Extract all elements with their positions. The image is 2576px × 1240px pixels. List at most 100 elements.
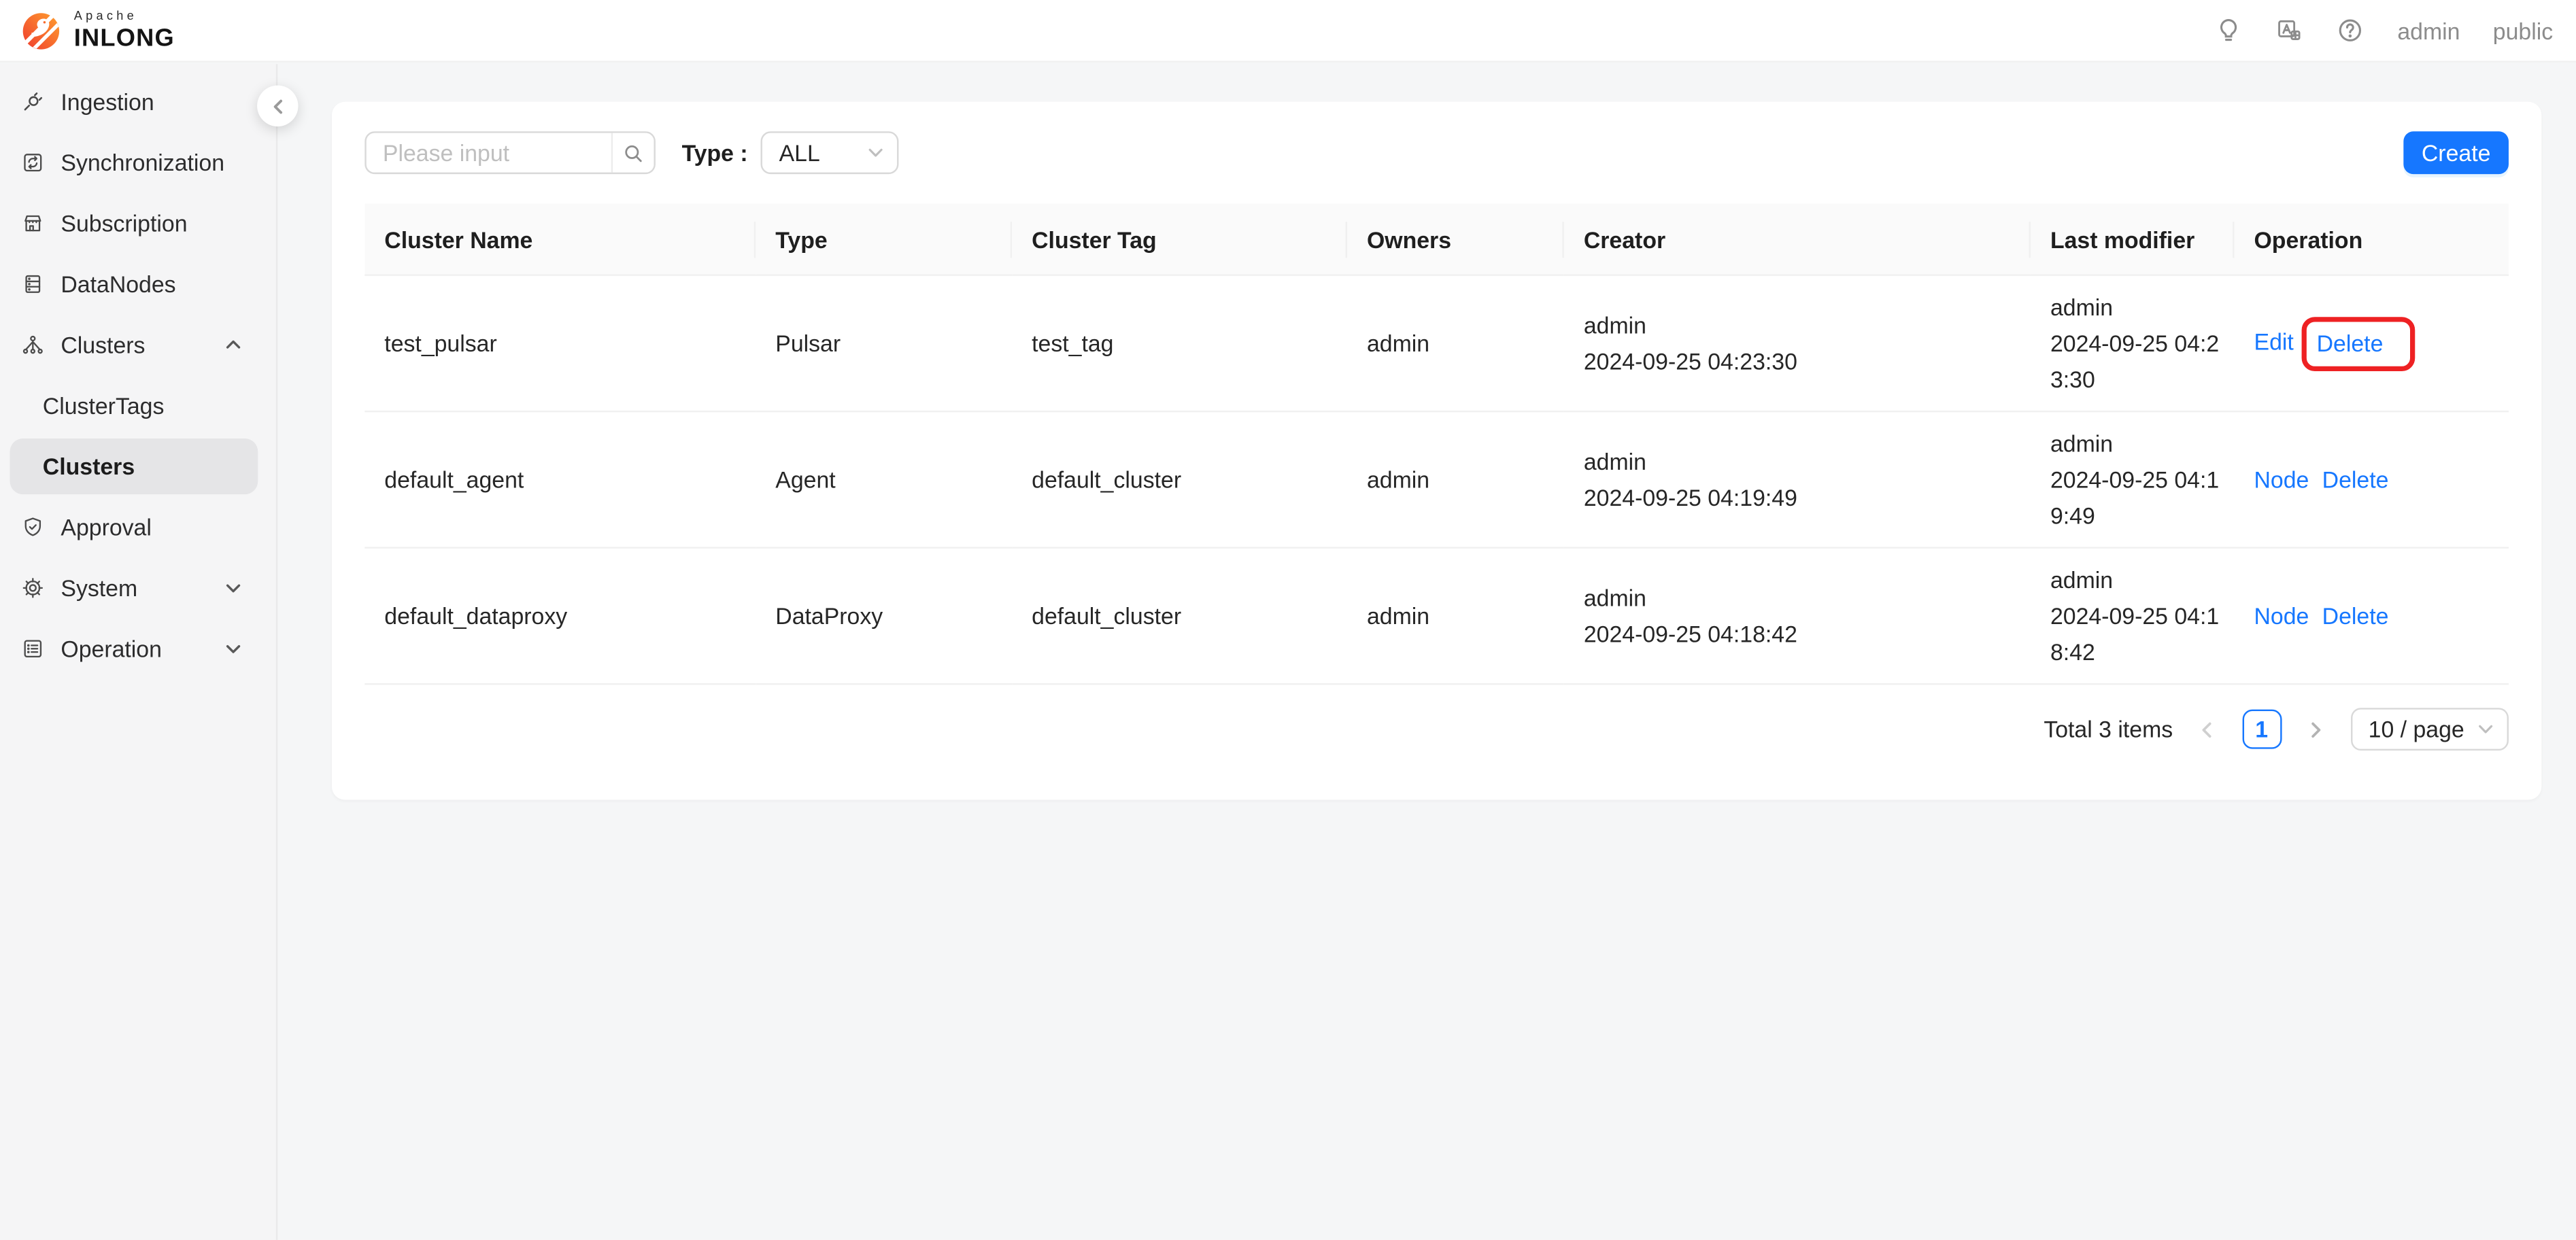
clusters-card: Type : ALL Create Cluster Name <box>332 102 2541 800</box>
sidebar-item-label: Synchronization <box>61 150 241 176</box>
pagination-next-button[interactable] <box>2298 710 2334 749</box>
edit-link[interactable]: Edit <box>2254 328 2294 354</box>
cell-owners: admin <box>1347 549 1564 685</box>
sidebar-item-clustertags[interactable]: ClusterTags <box>10 378 258 434</box>
pagination-page-1[interactable]: 1 <box>2242 710 2282 749</box>
chevron-left-icon <box>269 98 286 114</box>
username[interactable]: admin <box>2397 17 2460 44</box>
column-header-creator: Creator <box>1564 204 2031 276</box>
inlong-logo-icon <box>20 9 63 52</box>
clusters-icon <box>21 333 44 356</box>
operation-list-icon <box>21 637 44 660</box>
cell-cluster-tag: test_tag <box>1012 276 1347 413</box>
page-size-select[interactable]: 10 / page <box>2350 708 2509 751</box>
creator-name: admin <box>1584 443 2011 479</box>
sidebar-item-approval[interactable]: Approval <box>10 499 258 555</box>
toolbar: Type : ALL Create <box>365 131 2509 174</box>
sidebar-item-label: Ingestion <box>61 88 241 115</box>
delete-link[interactable]: Delete <box>2322 603 2389 630</box>
approval-shield-icon <box>21 516 44 539</box>
table-header-row: Cluster Name Type Cluster Tag Owners Cre… <box>365 204 2509 276</box>
search-icon <box>623 142 644 163</box>
chevron-up-icon <box>225 337 241 353</box>
sidebar-item-datanodes[interactable]: DataNodes <box>10 256 258 312</box>
cell-operation: Node Delete <box>2235 412 2509 549</box>
modifier-time: 2024-09-25 04:23:30 <box>2050 325 2224 397</box>
column-header-type: Type <box>756 204 1012 276</box>
column-header-last-modifier: Last modifier <box>2031 204 2235 276</box>
modifier-time: 2024-09-25 04:19:49 <box>2050 462 2224 534</box>
column-header-operation: Operation <box>2235 204 2509 276</box>
sidebar-item-label: Clusters <box>61 332 225 358</box>
top-header: Apache INLONG <box>0 0 2576 63</box>
cell-type: Pulsar <box>756 276 1012 413</box>
language-icon[interactable] <box>2276 16 2304 44</box>
node-link[interactable]: Node <box>2254 466 2309 493</box>
type-filter-value: ALL <box>779 139 820 166</box>
modifier-name: admin <box>2050 562 2215 598</box>
cell-cluster-name: default_agent <box>365 412 756 549</box>
sidebar-item-subscription[interactable]: Subscription <box>10 195 258 251</box>
creator-time: 2024-09-25 04:18:42 <box>1584 616 2011 652</box>
cell-cluster-tag: default_cluster <box>1012 549 1347 685</box>
sidebar-item-clusters[interactable]: Clusters <box>10 317 258 373</box>
creator-time: 2024-09-25 04:23:30 <box>1584 343 2011 379</box>
sidebar-subitem-label: Clusters <box>43 453 135 480</box>
tenant-selector[interactable]: public <box>2493 17 2553 44</box>
cell-cluster-name: default_dataproxy <box>365 549 756 685</box>
table-row: default_dataproxy DataProxy default_clus… <box>365 549 2509 685</box>
cell-creator: admin 2024-09-25 04:23:30 <box>1564 276 2031 413</box>
sidebar-item-label: DataNodes <box>61 271 241 298</box>
sidebar: Ingestion Synchronization S <box>0 64 277 1240</box>
delete-link[interactable]: Delete <box>2322 466 2389 493</box>
modifier-time: 2024-09-25 04:18:42 <box>2050 598 2224 670</box>
ingestion-plug-icon <box>21 90 44 114</box>
app-logo[interactable]: Apache INLONG <box>20 9 175 52</box>
idea-icon[interactable] <box>2215 16 2243 44</box>
sidebar-item-operation[interactable]: Operation <box>10 621 258 676</box>
logo-product-text: INLONG <box>74 26 175 50</box>
create-button[interactable]: Create <box>2403 131 2509 174</box>
chevron-down-icon <box>868 145 884 161</box>
table-row: default_agent Agent default_cluster admi… <box>365 412 2509 549</box>
sidebar-item-synchronization[interactable]: Synchronization <box>10 135 258 190</box>
chevron-right-icon <box>2307 720 2325 738</box>
column-header-cluster-tag: Cluster Tag <box>1012 204 1347 276</box>
sidebar-item-ingestion[interactable]: Ingestion <box>10 74 258 130</box>
main-content: Type : ALL Create Cluster Name <box>279 64 2576 1240</box>
chevron-down-icon <box>225 580 241 596</box>
search-button[interactable] <box>611 133 654 173</box>
search-input[interactable] <box>367 133 611 173</box>
cell-owners: admin <box>1347 276 1564 413</box>
sidebar-item-clusters-page[interactable]: Clusters <box>10 438 258 494</box>
datanodes-database-icon <box>21 273 44 296</box>
cell-cluster-name: test_pulsar <box>365 276 756 413</box>
column-header-owners: Owners <box>1347 204 1564 276</box>
creator-name: admin <box>1584 307 2011 343</box>
cell-operation: Node Delete <box>2235 549 2509 685</box>
delete-link[interactable]: Delete <box>2317 324 2384 360</box>
creator-time: 2024-09-25 04:19:49 <box>1584 479 2011 515</box>
subscription-shop-icon <box>21 212 44 235</box>
cell-last-modifier: admin 2024-09-25 04:19:49 <box>2031 412 2235 549</box>
type-filter-label: Type : <box>682 139 748 166</box>
sync-icon <box>21 151 44 174</box>
cell-creator: admin 2024-09-25 04:18:42 <box>1564 549 2031 685</box>
cell-cluster-tag: default_cluster <box>1012 412 1347 549</box>
chevron-down-icon <box>225 640 241 657</box>
type-filter-select[interactable]: ALL <box>761 131 899 174</box>
cell-last-modifier: admin 2024-09-25 04:23:30 <box>2031 276 2235 413</box>
table-row: test_pulsar Pulsar test_tag admin admin … <box>365 276 2509 413</box>
cell-type: DataProxy <box>756 549 1012 685</box>
sidebar-item-label: Subscription <box>61 210 241 237</box>
help-icon[interactable] <box>2337 16 2365 44</box>
node-link[interactable]: Node <box>2254 603 2309 630</box>
sidebar-item-system[interactable]: System <box>10 560 258 616</box>
sidebar-collapse-button[interactable] <box>257 86 298 126</box>
clusters-table: Cluster Name Type Cluster Tag Owners Cre… <box>365 204 2509 685</box>
system-gear-icon <box>21 576 44 600</box>
sidebar-item-label: System <box>61 575 225 602</box>
search-group <box>365 131 656 174</box>
pagination-prev-button[interactable] <box>2189 710 2225 749</box>
pagination: Total 3 items 1 10 / page <box>365 708 2509 751</box>
